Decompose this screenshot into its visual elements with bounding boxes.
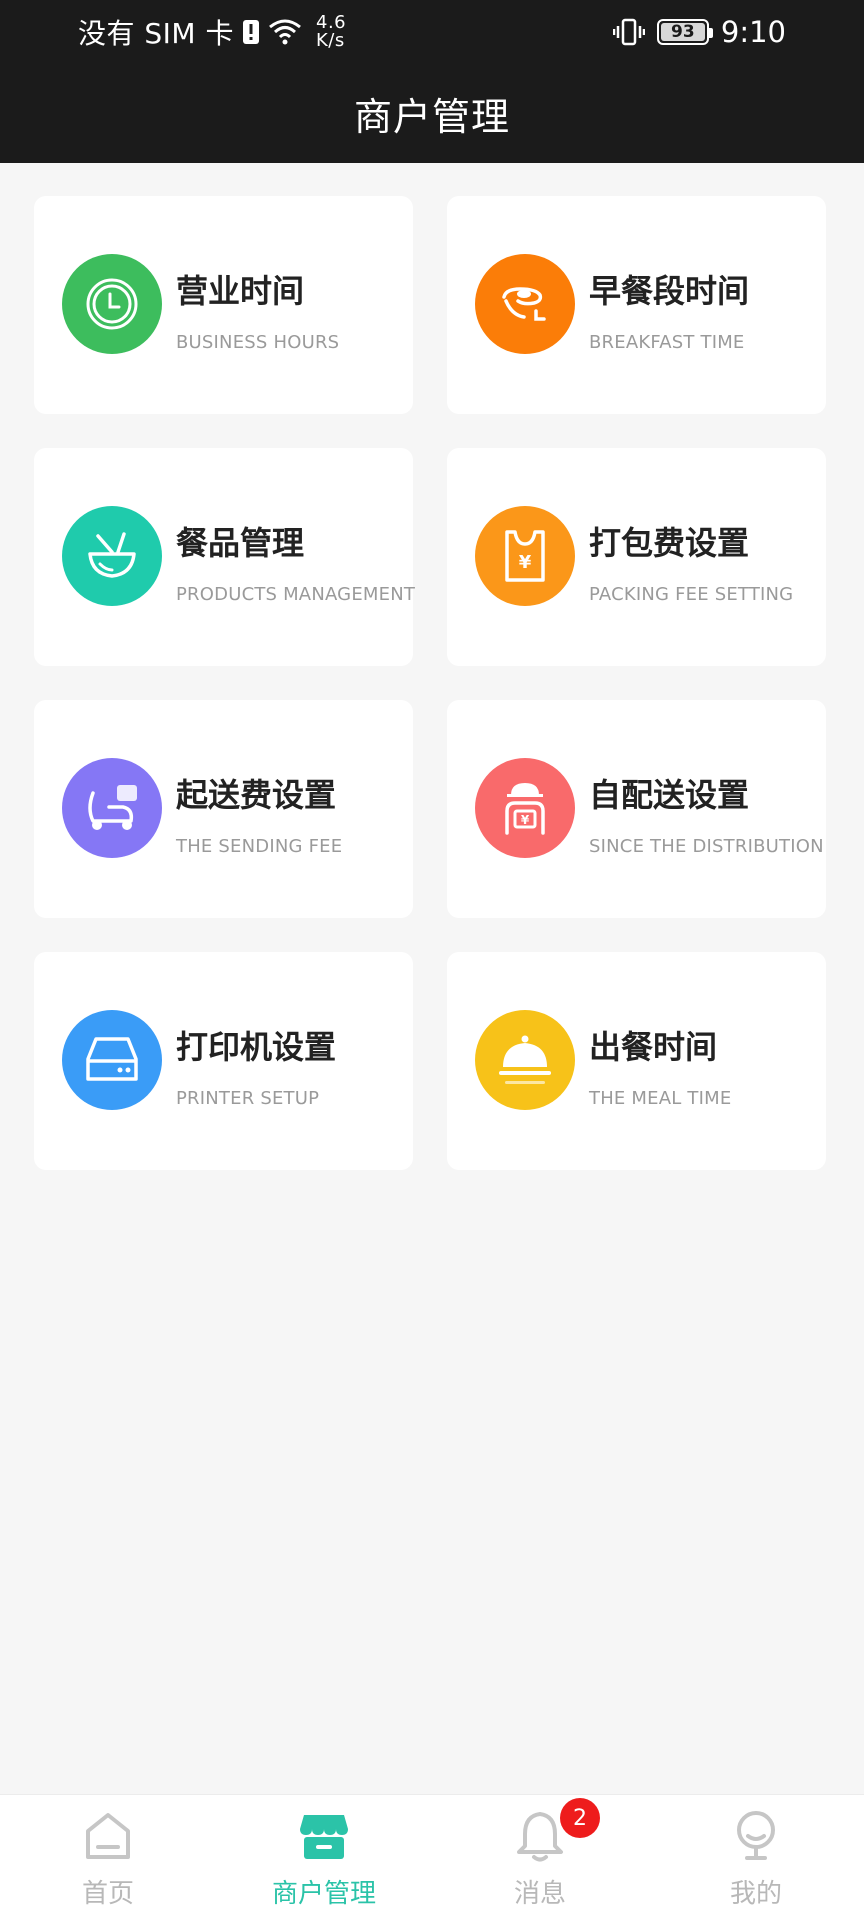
card-subtitle: SINCE THE DISTRIBUTION [589,836,824,857]
card-title: 打印机设置 [176,1028,337,1066]
bag-icon: ¥ [475,506,575,606]
nav-mine-label: 我的 [729,1879,782,1909]
card-title: 餐品管理 [176,524,305,562]
courier-icon: ¥ [475,758,575,858]
messages-badge: 2 [560,1798,600,1838]
bottom-nav: 首页 商户管理 消息 我的 [0,1794,864,1920]
store-icon [297,1809,351,1863]
page-title: 商户管理 [353,95,510,139]
nav-merchant-label: 商户管理 [271,1879,376,1909]
card-subtitle: THE MEAL TIME [589,1088,732,1109]
bowl-icon [62,506,162,606]
status-bar: 没有 SIM 卡 4.6 K/s 93 9:10 [0,0,864,62]
speed-unit: K/s [316,30,345,51]
card-subtitle: BREAKFAST TIME [589,332,745,353]
card-title: 自配送设置 [589,776,750,814]
card-subtitle: PACKING FEE SETTING [589,584,794,605]
card-subtitle: PRODUCTS MANAGEMENT [176,584,416,605]
card-packing-fee-setting[interactable]: ¥ 打包费设置 PACKING FEE SETTING [447,448,826,666]
nav-home-label: 首页 [81,1879,134,1909]
nav-mine[interactable]: 我的 [648,1795,864,1920]
cloche-icon [475,1010,575,1110]
battery-icon: 93 [656,19,713,45]
status-right: 93 9:10 [612,14,786,50]
status-left: 没有 SIM 卡 4.6 K/s [78,14,346,51]
card-title: 营业时间 [176,272,305,310]
card-breakfast-time[interactable]: 早餐段时间 BREAKFAST TIME [447,196,826,414]
card-subtitle: THE SENDING FEE [176,836,343,857]
nav-home[interactable]: 首页 [0,1795,216,1920]
scooter-icon [62,758,162,858]
card-printer-setup[interactable]: 打印机设置 PRINTER SETUP [34,952,413,1170]
svg-text:¥: ¥ [519,552,532,573]
card-title: 出餐时间 [589,1028,718,1066]
carrier-text: 没有 SIM 卡 [78,17,234,50]
merchant-menu-grid: 营业时间 BUSINESS HOURS 早餐段时间 BREAKFAST TIME… [34,196,826,1170]
nav-messages-label: 消息 [513,1879,566,1909]
user-icon [729,1809,783,1863]
card-products-management[interactable]: 餐品管理 PRODUCTS MANAGEMENT [34,448,416,666]
svg-text:¥: ¥ [521,813,530,827]
battery-level: 93 [671,22,695,42]
card-title: 起送费设置 [176,776,337,814]
network-speed: 4.6 K/s [316,14,346,50]
wifi-icon [269,19,301,45]
clock-time: 9:10 [720,15,786,49]
top-bar: 没有 SIM 卡 4.6 K/s 93 9:10 商户管理 [0,0,864,163]
breakfast-icon [475,254,575,354]
clock-icon [62,254,162,354]
nav-merchant[interactable]: 商户管理 [216,1795,432,1920]
vibrate-icon [612,18,645,46]
card-meal-time[interactable]: 出餐时间 THE MEAL TIME [447,952,826,1170]
card-self-distribution[interactable]: ¥ 自配送设置 SINCE THE DISTRIBUTION [447,700,826,918]
card-business-hours[interactable]: 营业时间 BUSINESS HOURS [34,196,413,414]
bell-icon [513,1809,567,1863]
nav-messages[interactable]: 消息 [432,1795,648,1920]
card-subtitle: BUSINESS HOURS [176,332,340,353]
card-title: 早餐段时间 [589,272,750,310]
card-title: 打包费设置 [589,524,750,562]
card-subtitle: PRINTER SETUP [176,1088,320,1109]
card-sending-fee[interactable]: 起送费设置 THE SENDING FEE [34,700,413,918]
sim-alert-icon [243,20,259,44]
printer-icon [62,1010,162,1110]
home-icon [81,1809,135,1863]
